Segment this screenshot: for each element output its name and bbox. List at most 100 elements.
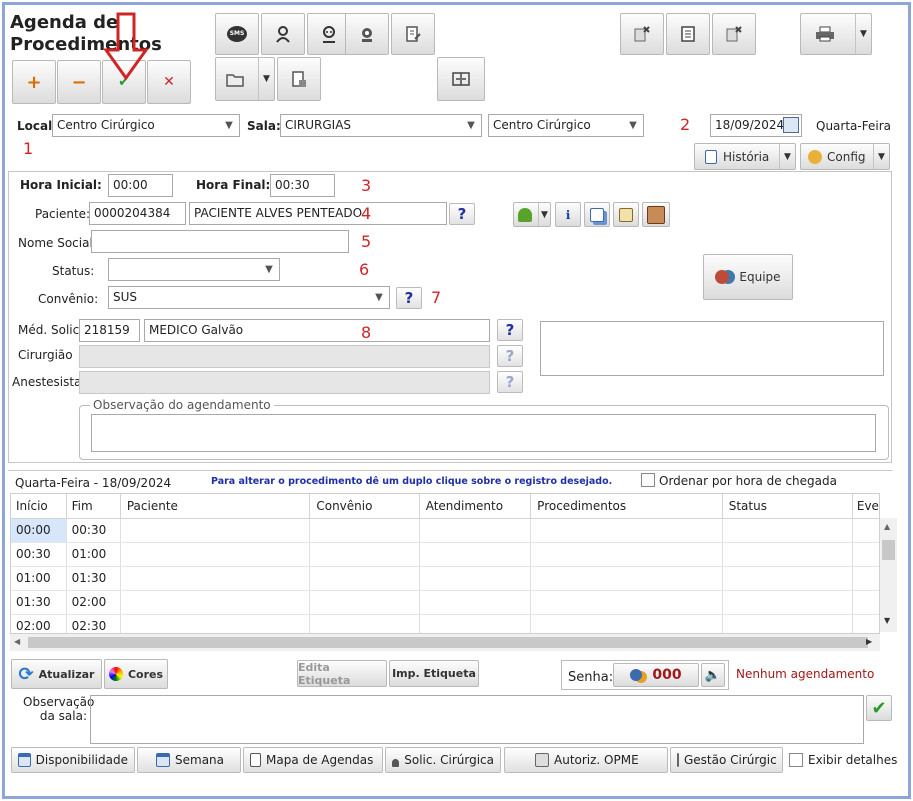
tools-alt-button[interactable]	[712, 13, 756, 55]
col-fim[interactable]: Fim	[66, 494, 121, 519]
paciente-code-input[interactable]: 0000204384	[89, 202, 186, 225]
vertical-scrollbar[interactable]: ▲ ▼	[880, 518, 897, 632]
doctor-settings-button[interactable]	[345, 13, 389, 55]
notes-textarea[interactable]	[540, 321, 884, 376]
config-button[interactable]: Config ▼	[800, 143, 890, 170]
list-button[interactable]	[666, 13, 710, 55]
marker-4: 4	[361, 204, 372, 223]
disponibilidade-button[interactable]: Disponibilidade	[11, 747, 135, 773]
equipe-button[interactable]: Equipe	[703, 254, 793, 300]
nome-social-input[interactable]	[91, 230, 349, 253]
historia-button[interactable]: História ▼	[694, 143, 796, 170]
chevron-down-icon[interactable]: ▼	[873, 144, 889, 169]
paciente-name-input[interactable]: PACIENTE ALVES PENTEADO	[189, 202, 447, 225]
convenio-select[interactable]: SUS ▼	[108, 286, 390, 309]
paciente-label: Paciente:	[35, 207, 91, 221]
scroll-down-icon[interactable]: ▼	[884, 616, 890, 625]
date-input[interactable]: 18/09/2024	[710, 114, 802, 137]
calendar-icon[interactable]	[783, 117, 799, 133]
scroll-right-icon[interactable]: ▶	[866, 637, 872, 646]
chevron-down-icon[interactable]: ▼	[538, 203, 550, 226]
scroll-thumb[interactable]	[882, 540, 895, 560]
photo-button[interactable]	[642, 202, 670, 227]
col-status[interactable]: Status	[722, 494, 853, 519]
cell-fim: 02:30	[66, 614, 121, 633]
chevron-down-icon[interactable]: ▼	[855, 14, 871, 54]
scroll-left-icon[interactable]: ◀	[14, 637, 20, 646]
folder-button[interactable]: ▼	[215, 57, 275, 101]
med-help-button[interactable]: ?	[497, 319, 523, 341]
tools-alt-icon	[726, 26, 742, 42]
scroll-up-icon[interactable]: ▲	[884, 522, 890, 531]
chevron-down-icon: ▼	[375, 292, 383, 303]
obs-sala-label-2: da sala:	[39, 709, 87, 723]
gestao-cirurgica-button[interactable]: Gestão Cirúrgic	[670, 747, 783, 773]
print-button[interactable]: ▼	[800, 13, 872, 55]
chevron-down-icon[interactable]: ▼	[258, 58, 274, 100]
med-name-input[interactable]: MEDICO Galvão	[144, 319, 490, 342]
hora-inicial-input[interactable]: 00:00	[108, 174, 173, 197]
status-select[interactable]: ▼	[108, 258, 280, 281]
center-select[interactable]: Centro Cirúrgico ▼	[488, 114, 644, 137]
report-button[interactable]	[277, 57, 321, 101]
col-paciente[interactable]: Paciente	[120, 494, 311, 519]
person-button[interactable]	[261, 13, 305, 55]
sms-button[interactable]: SMS	[215, 13, 259, 55]
table-row[interactable]: 00:00 00:30	[11, 518, 879, 543]
report-icon	[292, 71, 306, 87]
swap-button[interactable]	[437, 57, 485, 101]
convenio-value: SUS	[113, 290, 138, 304]
exibir-detalhes-checkbox[interactable]	[789, 753, 803, 767]
med-code-input[interactable]: 218159	[79, 319, 140, 342]
col-atendimento[interactable]: Atendimento	[419, 494, 532, 519]
copy-button[interactable]	[584, 202, 610, 227]
edit-document-button[interactable]	[391, 13, 435, 55]
horizontal-scrollbar[interactable]: ◀ ▶	[10, 634, 880, 651]
patient-menu-button[interactable]: ▼	[513, 202, 551, 227]
table-row[interactable]: 00:30 01:00	[11, 542, 879, 567]
atualizar-button[interactable]: ⟳ Atualizar	[11, 659, 102, 689]
convenio-help-button[interactable]: ?	[396, 287, 422, 309]
table-row[interactable]: 02:00 02:30	[11, 614, 879, 633]
obs-agendamento-textarea[interactable]	[91, 414, 876, 452]
table-row[interactable]: 01:00 01:30	[11, 566, 879, 591]
info-button[interactable]: ℹ	[555, 202, 581, 227]
clipboard-icon	[250, 753, 261, 767]
schedule-hint: Para alterar o procedimento dê um duplo …	[211, 476, 613, 487]
remove-button[interactable]: −	[57, 60, 101, 104]
imp-etiqueta-button[interactable]: Imp. Etiqueta	[389, 660, 479, 687]
sala-select[interactable]: CIRURGIAS ▼	[280, 114, 482, 137]
speaker-button[interactable]: 🔈	[701, 663, 725, 687]
sms-icon: SMS	[227, 26, 247, 42]
cancel-button[interactable]: ✕	[147, 60, 191, 104]
paste-button[interactable]	[613, 202, 639, 227]
table-row[interactable]: 01:30 02:00	[11, 590, 879, 615]
face-photo-icon	[647, 205, 665, 224]
cell-fim: 00:30	[66, 518, 121, 543]
senha-call-button[interactable]: 000	[613, 663, 699, 687]
autoriz-opme-button[interactable]: Autoriz. OPME	[504, 747, 668, 773]
solic-cirurgica-button[interactable]: Solic. Cirúrgica	[385, 747, 501, 773]
local-select[interactable]: Centro Cirúrgico ▼	[52, 114, 240, 137]
hora-final-input[interactable]: 00:30	[270, 174, 335, 197]
chevron-down-icon[interactable]: ▼	[779, 144, 795, 169]
semana-button[interactable]: Semana	[137, 747, 241, 773]
autoriz-label: Autoriz. OPME	[554, 753, 639, 767]
col-convenio[interactable]: Convênio	[309, 494, 420, 519]
weekday-label: Quarta-Feira	[816, 119, 891, 133]
surgery-icon	[392, 759, 400, 767]
mapa-agendas-button[interactable]: Mapa de Agendas	[243, 747, 383, 773]
col-procedimentos[interactable]: Procedimentos	[530, 494, 723, 519]
hscroll-thumb[interactable]	[28, 637, 868, 648]
tools-button[interactable]	[620, 13, 664, 55]
chevron-down-icon: ▼	[225, 120, 233, 131]
add-button[interactable]: +	[12, 60, 56, 104]
col-inicio[interactable]: Início	[11, 494, 67, 519]
copy-icon	[590, 207, 604, 222]
col-eventos[interactable]: Eve	[852, 494, 879, 519]
paciente-help-button[interactable]: ?	[449, 203, 475, 225]
obs-sala-save-button[interactable]: ✔	[866, 695, 892, 721]
order-checkbox[interactable]	[641, 473, 655, 487]
obs-sala-textarea[interactable]	[90, 695, 864, 744]
cores-button[interactable]: Cores	[104, 659, 168, 689]
